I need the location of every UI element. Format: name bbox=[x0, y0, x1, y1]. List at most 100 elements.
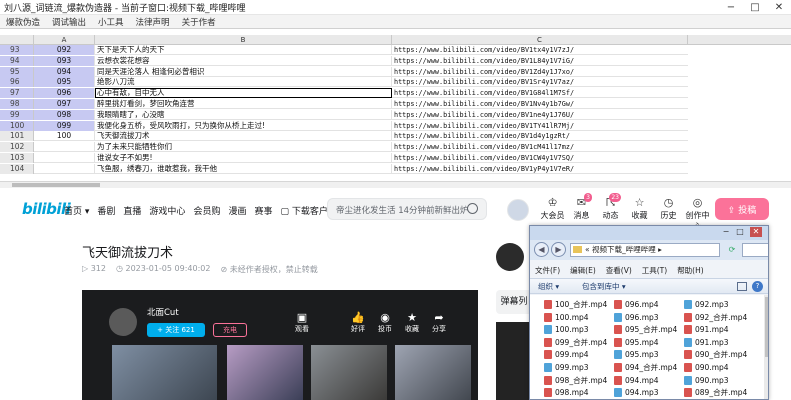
video-thumbnail[interactable] bbox=[227, 345, 303, 400]
explorer-close-button[interactable]: ✕ bbox=[750, 227, 762, 237]
nav-esports[interactable]: 赛事 bbox=[254, 204, 272, 217]
include-in-library-button[interactable]: 包含到库中 ▾ bbox=[582, 281, 626, 293]
cell-a[interactable]: 094 bbox=[34, 66, 95, 77]
row-number[interactable]: 98 bbox=[0, 99, 34, 109]
file-item[interactable]: 091.mp4 bbox=[684, 324, 729, 335]
table-row[interactable]: 97 096 心中有敌，目中无人 https://www.bilibili.com/v… bbox=[0, 88, 688, 99]
cell-a[interactable]: 099 bbox=[34, 120, 95, 131]
row-number[interactable]: 93 bbox=[0, 45, 34, 55]
explorer-menu-help[interactable]: 帮助(H) bbox=[672, 264, 709, 277]
nav-live[interactable]: 直播 bbox=[123, 204, 141, 217]
file-item[interactable]: 096.mp3 bbox=[614, 312, 659, 323]
table-row[interactable]: 103 谁说女子不如男! https://www.bilibili.com/vide… bbox=[0, 153, 688, 163]
cell-c[interactable]: https://www.bilibili.com/video/BV1d4y1gz… bbox=[392, 131, 688, 141]
cell-b[interactable]: 同是天涯沦落人 相逢何必曾相识 bbox=[95, 66, 392, 77]
file-item[interactable]: 099.mp3 bbox=[544, 362, 589, 373]
menu-debug[interactable]: 调试输出 bbox=[46, 16, 92, 28]
coin-action[interactable]: ◉ 投币 bbox=[373, 312, 397, 334]
menu-legal[interactable]: 法律声明 bbox=[130, 16, 176, 28]
cell-c[interactable]: https://www.bilibili.com/video/BV1tx4y1V… bbox=[392, 45, 688, 55]
cell-b[interactable]: 我便化身五桥，受风吹雨打，只为换你从桥上走过! bbox=[95, 120, 392, 131]
file-item[interactable]: 089_合并.mp4 bbox=[684, 387, 747, 398]
back-button[interactable]: ◀ bbox=[534, 242, 549, 257]
corner-cell[interactable] bbox=[0, 35, 34, 45]
menu-tools[interactable]: 小工具 bbox=[92, 16, 130, 28]
scrollbar-thumb[interactable] bbox=[765, 297, 768, 357]
file-item[interactable]: 100.mp3 bbox=[544, 324, 589, 335]
cell-c[interactable]: https://www.bilibili.com/video/BV1G84l1M… bbox=[392, 88, 688, 98]
file-item[interactable]: 090_合并.mp4 bbox=[684, 349, 747, 360]
file-item[interactable]: 091.mp3 bbox=[684, 337, 729, 348]
row-number[interactable]: 103 bbox=[0, 153, 34, 163]
minimize-button[interactable]: − bbox=[719, 0, 743, 15]
cell-c[interactable]: https://www.bilibili.com/video/BV1ne4y1J… bbox=[392, 110, 688, 120]
address-bar[interactable]: « 视频下载_哔哩哔哩 ▸ bbox=[570, 243, 720, 257]
danmaku-list-button[interactable]: 弹幕列 bbox=[496, 290, 532, 314]
file-item[interactable]: 092.mp3 bbox=[684, 299, 729, 310]
close-button[interactable]: ✕ bbox=[767, 0, 791, 15]
cell-c[interactable]: https://www.bilibili.com/video/BV1TY41lR… bbox=[392, 121, 688, 131]
explorer-menu-edit[interactable]: 编辑(E) bbox=[565, 264, 601, 277]
file-item[interactable]: 095.mp3 bbox=[614, 349, 659, 360]
file-item[interactable]: 096.mp4 bbox=[614, 299, 659, 310]
cell-c[interactable]: https://www.bilibili.com/video/BV1Zd4y1J… bbox=[392, 67, 688, 77]
row-number[interactable]: 96 bbox=[0, 77, 34, 88]
maximize-button[interactable]: □ bbox=[743, 0, 767, 15]
video-player[interactable]: 北面Cut + 关注 621 充电 ▣ 观看 👍 好评 ◉ 投币 ★ 收藏 ➦ … bbox=[82, 290, 478, 400]
search-input[interactable]: 帝尘进化发生活 14分钟前新鲜出炉 bbox=[327, 198, 487, 220]
explorer-maximize-button[interactable]: □ bbox=[734, 227, 746, 237]
horizontal-scrollbar[interactable] bbox=[0, 181, 791, 188]
row-number[interactable]: 99 bbox=[0, 109, 34, 120]
cell-a[interactable]: 095 bbox=[34, 77, 95, 88]
nav-game-center[interactable]: 游戏中心 bbox=[149, 204, 185, 217]
cell-a[interactable]: 096 bbox=[34, 88, 95, 99]
row-number[interactable]: 104 bbox=[0, 163, 34, 174]
scrollbar-thumb[interactable] bbox=[12, 183, 100, 187]
search-icon[interactable] bbox=[467, 203, 478, 214]
table-row[interactable]: 102 为了未来只能牺牲你们 https://www.bilibili.com/vi… bbox=[0, 142, 688, 153]
user-avatar[interactable] bbox=[507, 199, 529, 221]
table-row[interactable]: 93 092 天下是天下人的天下 https://www.bilibili.com/v… bbox=[0, 45, 688, 55]
file-item[interactable]: 099_合并.mp4 bbox=[544, 337, 607, 348]
cell-c[interactable]: https://www.bilibili.com/video/BV1CW4y1V… bbox=[392, 153, 688, 163]
row-number[interactable]: 97 bbox=[0, 88, 34, 99]
organize-button[interactable]: 组织 ▾ bbox=[538, 281, 559, 293]
file-item[interactable]: 094.mp3 bbox=[614, 387, 659, 398]
like-action[interactable]: 👍 好评 bbox=[346, 312, 370, 334]
explorer-menu-tools[interactable]: 工具(T) bbox=[637, 264, 672, 277]
cell-b[interactable]: 飞天御流拔刀术 bbox=[95, 131, 392, 142]
table-row[interactable]: 99 098 我眼睛瞎了，心没瞎 https://www.bilibili.com/v… bbox=[0, 109, 688, 120]
row-number[interactable]: 94 bbox=[0, 55, 34, 66]
watch-action[interactable]: ▣ 观看 bbox=[290, 312, 314, 334]
share-action[interactable]: ➦ 分享 bbox=[427, 312, 451, 334]
follow-button[interactable]: + 关注 621 bbox=[147, 323, 205, 337]
cell-a[interactable]: 097 bbox=[34, 99, 95, 109]
help-icon[interactable]: ? bbox=[752, 281, 763, 292]
file-item[interactable]: 095.mp4 bbox=[614, 337, 659, 348]
file-item[interactable]: 099.mp4 bbox=[544, 349, 589, 360]
row-number[interactable]: 102 bbox=[0, 142, 34, 153]
cell-b[interactable]: 绝影八刀流 bbox=[95, 77, 392, 88]
cell-c[interactable]: https://www.bilibili.com/video/BV1cM41l1… bbox=[392, 142, 688, 152]
column-header-c[interactable]: C bbox=[392, 35, 688, 45]
nav-manga[interactable]: 漫画 bbox=[228, 204, 246, 217]
table-row[interactable]: 98 097 醉里挑灯看剑，梦回吹角连营 https://www.bilibili.c… bbox=[0, 99, 688, 109]
nav-home[interactable]: 首页 ▾ bbox=[64, 204, 89, 217]
table-row[interactable]: 95 094 同是天涯沦落人 相逢何必曾相识 https://www.bilibili… bbox=[0, 66, 688, 77]
file-item[interactable]: 100_合并.mp4 bbox=[544, 299, 607, 310]
file-item[interactable]: 094.mp4 bbox=[614, 375, 659, 386]
refresh-icon[interactable]: ⟳ bbox=[724, 243, 740, 257]
cell-b[interactable]: 心中有敌，目中无人 bbox=[95, 88, 392, 99]
column-header-a[interactable]: A bbox=[34, 35, 95, 45]
cell-a[interactable]: 098 bbox=[34, 109, 95, 120]
cell-b[interactable]: 谁说女子不如男! bbox=[95, 153, 392, 163]
forward-button[interactable]: ▶ bbox=[551, 242, 566, 257]
cell-a[interactable]: 092 bbox=[34, 45, 95, 55]
row-number[interactable]: 100 bbox=[0, 120, 34, 131]
cell-c[interactable]: https://www.bilibili.com/video/BV1L84y1V… bbox=[392, 56, 688, 66]
channel-name[interactable]: 北面Cut bbox=[147, 306, 179, 318]
explorer-menu-view[interactable]: 查看(V) bbox=[601, 264, 637, 277]
cell-c[interactable]: https://www.bilibili.com/video/BV1yP4y1V… bbox=[392, 164, 688, 174]
upload-button[interactable]: ⇪ 投稿 bbox=[715, 198, 769, 220]
view-options-icon[interactable] bbox=[737, 282, 747, 291]
